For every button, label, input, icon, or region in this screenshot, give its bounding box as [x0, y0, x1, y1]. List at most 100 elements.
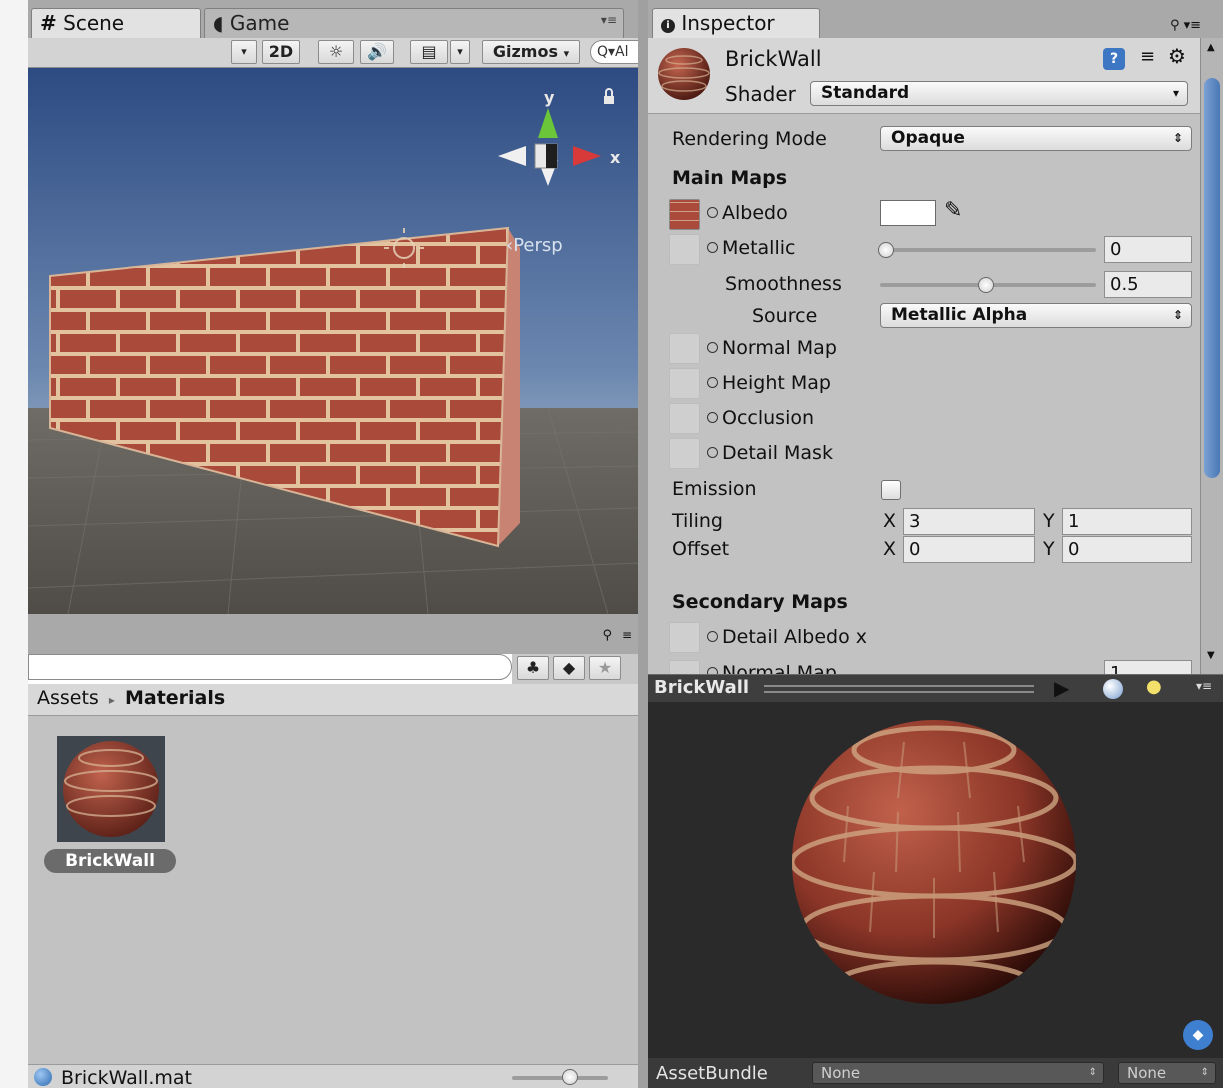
gizmos-label: Gizmos [492, 42, 558, 61]
dropdown-arrow-icon: ⇕ [1172, 131, 1183, 145]
effects-dropdown-icon[interactable]: ▾ [450, 40, 470, 64]
metallic-slider-knob[interactable] [878, 242, 894, 258]
detail-albedo-label-text: Detail Albedo x [722, 626, 868, 648]
breadcrumb-materials[interactable]: Materials [125, 687, 225, 709]
secondary-normal-field[interactable]: 1 [1104, 660, 1192, 674]
help-icon[interactable]: ? [1103, 48, 1125, 70]
secondary-normal-slot[interactable] [669, 660, 700, 674]
detail-mask-slot[interactable] [669, 438, 700, 469]
target-circle-icon [707, 242, 718, 253]
detail-albedo-label: Detail Albedo x [707, 626, 867, 648]
shader-label: Shader [725, 82, 796, 106]
target-circle-icon [707, 207, 718, 218]
tab-scene[interactable]: # Scene [31, 8, 201, 38]
rendering-mode-label: Rendering Mode [672, 128, 827, 150]
tag-icon[interactable]: ◆ [1183, 1020, 1213, 1050]
project-status-bar: BrickWall.mat [28, 1064, 638, 1088]
occlusion-slot[interactable] [669, 403, 700, 434]
asset-thumbnail[interactable] [57, 736, 165, 842]
preview-title: BrickWall [654, 677, 750, 698]
panel-divider[interactable] [638, 0, 648, 1088]
preview-sphere-icon[interactable] [1103, 679, 1123, 699]
scene-search-input[interactable]: Q▾Al [590, 40, 640, 64]
shader-dropdown-value: Standard [821, 83, 910, 103]
gear-icon[interactable]: ⚙ [1168, 44, 1186, 68]
draw-mode-dropdown[interactable]: ▾ [231, 40, 257, 64]
metallic-slider[interactable] [880, 248, 1096, 252]
shader-dropdown[interactable]: Standard ▾ [810, 81, 1188, 106]
breadcrumb-assets[interactable]: Assets [37, 687, 99, 709]
source-dropdown[interactable]: Metallic Alpha ⇕ [880, 303, 1192, 328]
thumbnail-size-slider[interactable] [512, 1076, 608, 1080]
filter-by-type-icon[interactable]: ♣ [517, 656, 549, 680]
assetbundle-label: AssetBundle [656, 1063, 768, 1084]
scroll-up-icon[interactable]: ▲ [1207, 42, 1215, 53]
filter-by-label-icon[interactable]: ◆ [553, 656, 585, 680]
preset-icon[interactable]: ≡ [1140, 46, 1155, 67]
project-menu-icon[interactable]: ≡ [622, 628, 632, 642]
gizmos-dropdown[interactable]: Gizmos ▾ [482, 40, 580, 64]
asset-name-label[interactable]: BrickWall [44, 849, 176, 873]
smoothness-value-field[interactable]: 0.5 [1104, 271, 1192, 298]
scene-search-text: Q▾Al [597, 44, 629, 60]
smoothness-slider-knob[interactable] [978, 277, 994, 293]
tab-scene-label: Scene [63, 11, 125, 35]
tab-game[interactable]: ◖ Game ▾≡ [204, 8, 624, 38]
detail-albedo-slot[interactable] [669, 622, 700, 653]
mode-2d-button[interactable]: 2D [262, 40, 300, 64]
height-map-slot[interactable] [669, 368, 700, 399]
preview-menu-icon[interactable]: ▾≡ [1196, 679, 1212, 693]
preview-drag-handle[interactable] [764, 685, 1034, 693]
project-header: ⚲ ≡ [28, 614, 638, 654]
normal-map-slot[interactable] [669, 333, 700, 364]
offset-label: Offset [672, 538, 730, 560]
light-toggle-icon[interactable]: ● [1146, 676, 1162, 697]
thumbnail-size-knob[interactable] [562, 1069, 578, 1085]
offset-y-field[interactable]: 0 [1062, 536, 1192, 563]
inspector-scrollbar[interactable]: ▲ ▼ [1200, 38, 1223, 674]
audio-toggle-icon[interactable]: 🔊 [360, 40, 394, 64]
tiling-x-field[interactable]: 3 [903, 508, 1035, 535]
favorites-icon[interactable]: ★ [589, 656, 621, 680]
emission-checkbox[interactable] [881, 480, 901, 500]
preview-area[interactable]: ◆ [648, 702, 1223, 1058]
play-icon[interactable]: ▶ [1054, 676, 1069, 700]
project-search-input[interactable] [28, 654, 512, 680]
eyedropper-icon[interactable]: ✎ [944, 198, 962, 223]
tiling-y-axis-label: Y [1043, 510, 1055, 532]
status-file-name: BrickWall.mat [61, 1067, 192, 1088]
inspector-lock-icon[interactable]: ⚲ ▾≡ [1170, 18, 1201, 33]
metallic-value-field[interactable]: 0 [1104, 236, 1192, 263]
scroll-down-icon[interactable]: ▼ [1207, 650, 1215, 661]
material-preview-icon [658, 48, 710, 100]
scrollbar-thumb[interactable] [1204, 78, 1220, 478]
lighting-toggle-icon[interactable]: ☼ [318, 40, 354, 64]
offset-x-field[interactable]: 0 [903, 536, 1035, 563]
secondary-normal-label-text: Normal Map [722, 662, 837, 674]
offset-y-axis-label: Y [1043, 538, 1055, 560]
albedo-label: Albedo [707, 202, 788, 224]
albedo-texture-slot[interactable] [669, 199, 700, 230]
rendering-mode-dropdown[interactable]: Opaque ⇕ [880, 126, 1192, 151]
panel-menu-icon[interactable]: ▾≡ [601, 13, 617, 27]
rendering-mode-value: Opaque [891, 128, 965, 148]
effects-toggle-icon[interactable]: ▤ [410, 40, 448, 64]
dropdown-arrow-icon: ▾ [1172, 86, 1179, 100]
gizmo-x-label: x [610, 148, 621, 167]
offset-x-axis-label: X [883, 538, 897, 560]
variant-dropdown[interactable]: None ⇕ [1118, 1062, 1216, 1084]
albedo-color-swatch[interactable] [880, 200, 936, 226]
metallic-texture-slot[interactable] [669, 234, 700, 265]
project-lock-icon[interactable]: ⚲ [602, 628, 612, 643]
assetbundle-dropdown[interactable]: None ⇕ [812, 1062, 1104, 1084]
secondary-maps-heading: Secondary Maps [672, 591, 848, 613]
albedo-label-text: Albedo [722, 202, 788, 224]
scene-render: y x ‹Persp [28, 68, 638, 614]
assetbundle-value: None [821, 1064, 861, 1082]
tab-inspector-label: Inspector [681, 11, 775, 35]
detail-mask-label: Detail Mask [707, 442, 833, 464]
scene-viewport[interactable]: y x ‹Persp [28, 68, 638, 614]
tiling-y-field[interactable]: 1 [1062, 508, 1192, 535]
smoothness-label: Smoothness [725, 273, 842, 295]
tab-inspector[interactable]: i Inspector [652, 8, 820, 38]
